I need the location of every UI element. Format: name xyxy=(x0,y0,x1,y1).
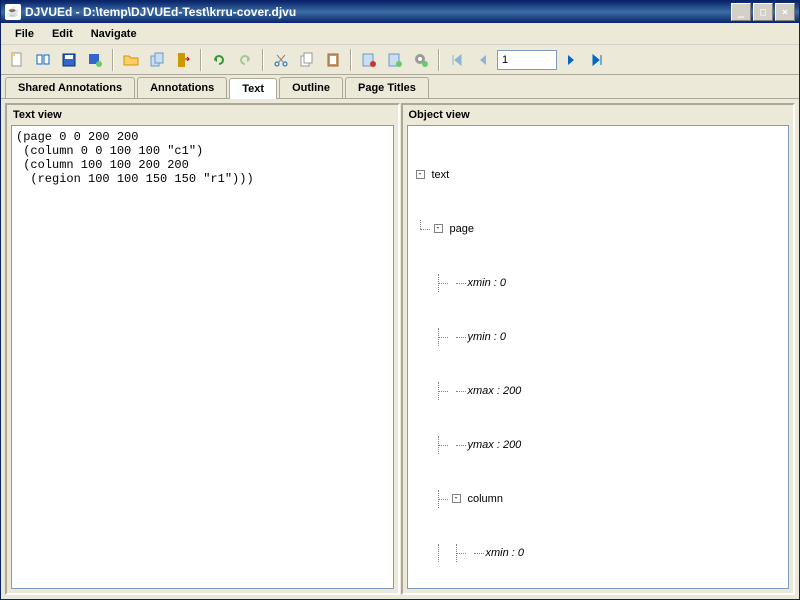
tree-node-column[interactable]: column xyxy=(466,490,503,508)
tab-page-titles[interactable]: Page Titles xyxy=(345,77,429,98)
gear-icon xyxy=(413,52,429,68)
object-view-pane: Object view -text -page xmin : 0 ymin : … xyxy=(401,103,796,595)
menu-navigate[interactable]: Navigate xyxy=(83,26,145,42)
separator xyxy=(262,49,264,71)
open-button[interactable] xyxy=(31,48,55,72)
text-view-pane: Text view (page 0 0 200 200 (column 0 0 … xyxy=(5,103,400,595)
book-open-icon xyxy=(35,52,51,68)
tree-prop: xmin : 0 xyxy=(484,544,525,562)
copy-button[interactable] xyxy=(295,48,319,72)
copy-icon xyxy=(299,52,315,68)
settings-button[interactable] xyxy=(409,48,433,72)
first-page-button[interactable] xyxy=(445,48,469,72)
folder-icon xyxy=(123,52,139,68)
door-icon xyxy=(175,52,191,68)
add-button[interactable] xyxy=(383,48,407,72)
add-icon xyxy=(387,52,403,68)
maximize-button[interactable]: □ xyxy=(753,3,773,21)
app-window: ☕ DJVUEd - D:\temp\DJVUEd-Test\krru-cove… xyxy=(0,0,800,600)
prev-icon xyxy=(475,52,491,68)
save-as-button[interactable] xyxy=(83,48,107,72)
paste-button[interactable] xyxy=(321,48,345,72)
clipboard-icon xyxy=(325,52,341,68)
save-icon xyxy=(61,52,77,68)
next-icon xyxy=(563,52,579,68)
separator xyxy=(350,49,352,71)
minimize-button[interactable]: _ xyxy=(731,3,751,21)
undo-button[interactable] xyxy=(207,48,231,72)
folder-button[interactable] xyxy=(119,48,143,72)
close-button[interactable]: × xyxy=(775,3,795,21)
tab-shared-annotations[interactable]: Shared Annotations xyxy=(5,77,135,98)
separator xyxy=(112,49,114,71)
next-page-button[interactable] xyxy=(559,48,583,72)
titlebar: ☕ DJVUEd - D:\temp\DJVUEd-Test\krru-cove… xyxy=(1,1,799,23)
page-number-input[interactable] xyxy=(497,50,557,70)
tree-prop: ymax : 200 xyxy=(466,436,522,454)
save-as-icon xyxy=(87,52,103,68)
menu-edit[interactable]: Edit xyxy=(44,26,81,42)
redo-button[interactable] xyxy=(233,48,257,72)
delete-button[interactable] xyxy=(357,48,381,72)
object-view-title: Object view xyxy=(403,105,794,125)
cut-button[interactable] xyxy=(269,48,293,72)
separator xyxy=(438,49,440,71)
tab-outline[interactable]: Outline xyxy=(279,77,343,98)
tab-text[interactable]: Text xyxy=(229,78,277,99)
tree-prop: xmin : 0 xyxy=(466,274,507,292)
menubar: File Edit Navigate xyxy=(1,23,799,45)
toolbar xyxy=(1,45,799,75)
menu-file[interactable]: File xyxy=(7,26,42,42)
tree-node-page[interactable]: page xyxy=(448,220,474,238)
remove-icon xyxy=(361,52,377,68)
last-page-button[interactable] xyxy=(585,48,609,72)
tab-bar: Shared Annotations Annotations Text Outl… xyxy=(1,75,799,98)
app-icon: ☕ xyxy=(5,4,21,20)
tree-node-text[interactable]: text xyxy=(430,166,450,184)
redo-icon xyxy=(237,52,253,68)
save-button[interactable] xyxy=(57,48,81,72)
document-icon xyxy=(9,52,25,68)
first-icon xyxy=(449,52,465,68)
new-button[interactable] xyxy=(5,48,29,72)
text-view-title: Text view xyxy=(7,105,398,125)
exit-button[interactable] xyxy=(171,48,195,72)
duplicate-icon xyxy=(149,52,165,68)
tab-annotations[interactable]: Annotations xyxy=(137,77,227,98)
duplicate-button[interactable] xyxy=(145,48,169,72)
tree-prop: xmax : 200 xyxy=(466,382,522,400)
tree-prop: ymin : 0 xyxy=(466,328,507,346)
last-icon xyxy=(589,52,605,68)
scissors-icon xyxy=(273,52,289,68)
window-title: DJVUEd - D:\temp\DJVUEd-Test\krru-cover.… xyxy=(25,5,731,19)
undo-icon xyxy=(211,52,227,68)
object-tree[interactable]: -text -page xmin : 0 ymin : 0 xmax : 200… xyxy=(407,125,790,589)
text-view-body[interactable]: (page 0 0 200 200 (column 0 0 100 100 "c… xyxy=(11,125,394,589)
separator xyxy=(200,49,202,71)
content-area: Text view (page 0 0 200 200 (column 0 0 … xyxy=(1,98,799,599)
prev-page-button[interactable] xyxy=(471,48,495,72)
